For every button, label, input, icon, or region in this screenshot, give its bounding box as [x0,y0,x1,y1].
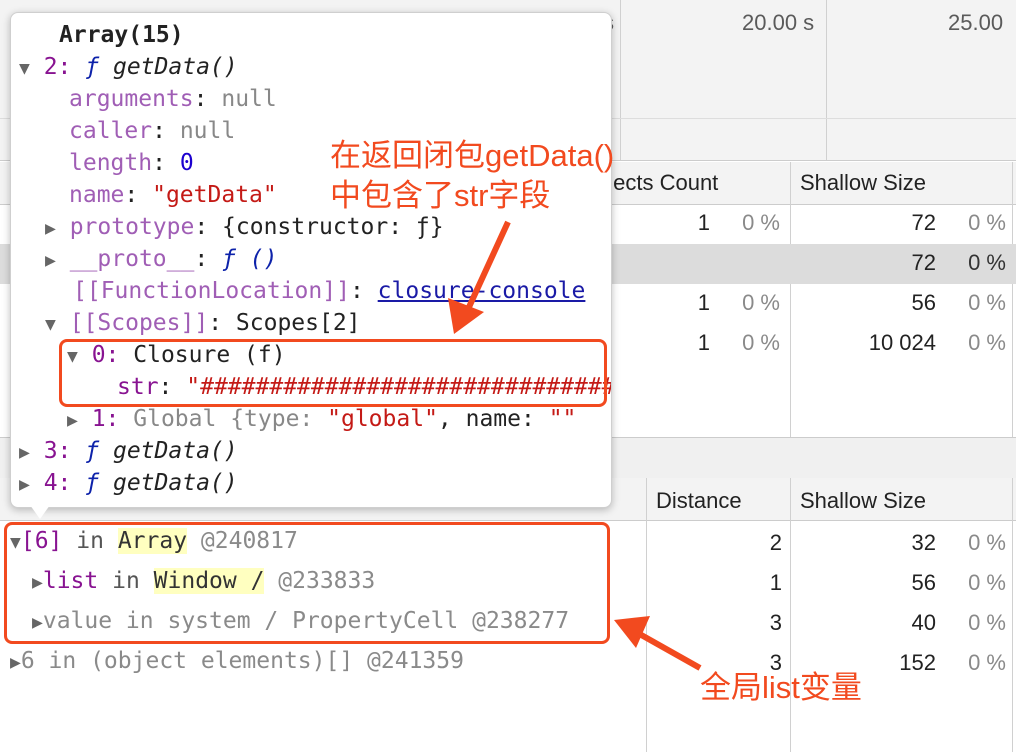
arrow-line-closure [461,220,511,320]
arrowhead-global-icon [614,616,650,648]
arrow-line-global [634,629,702,671]
annotation-arrows [448,220,702,671]
arrowhead-closure-icon [448,298,484,334]
